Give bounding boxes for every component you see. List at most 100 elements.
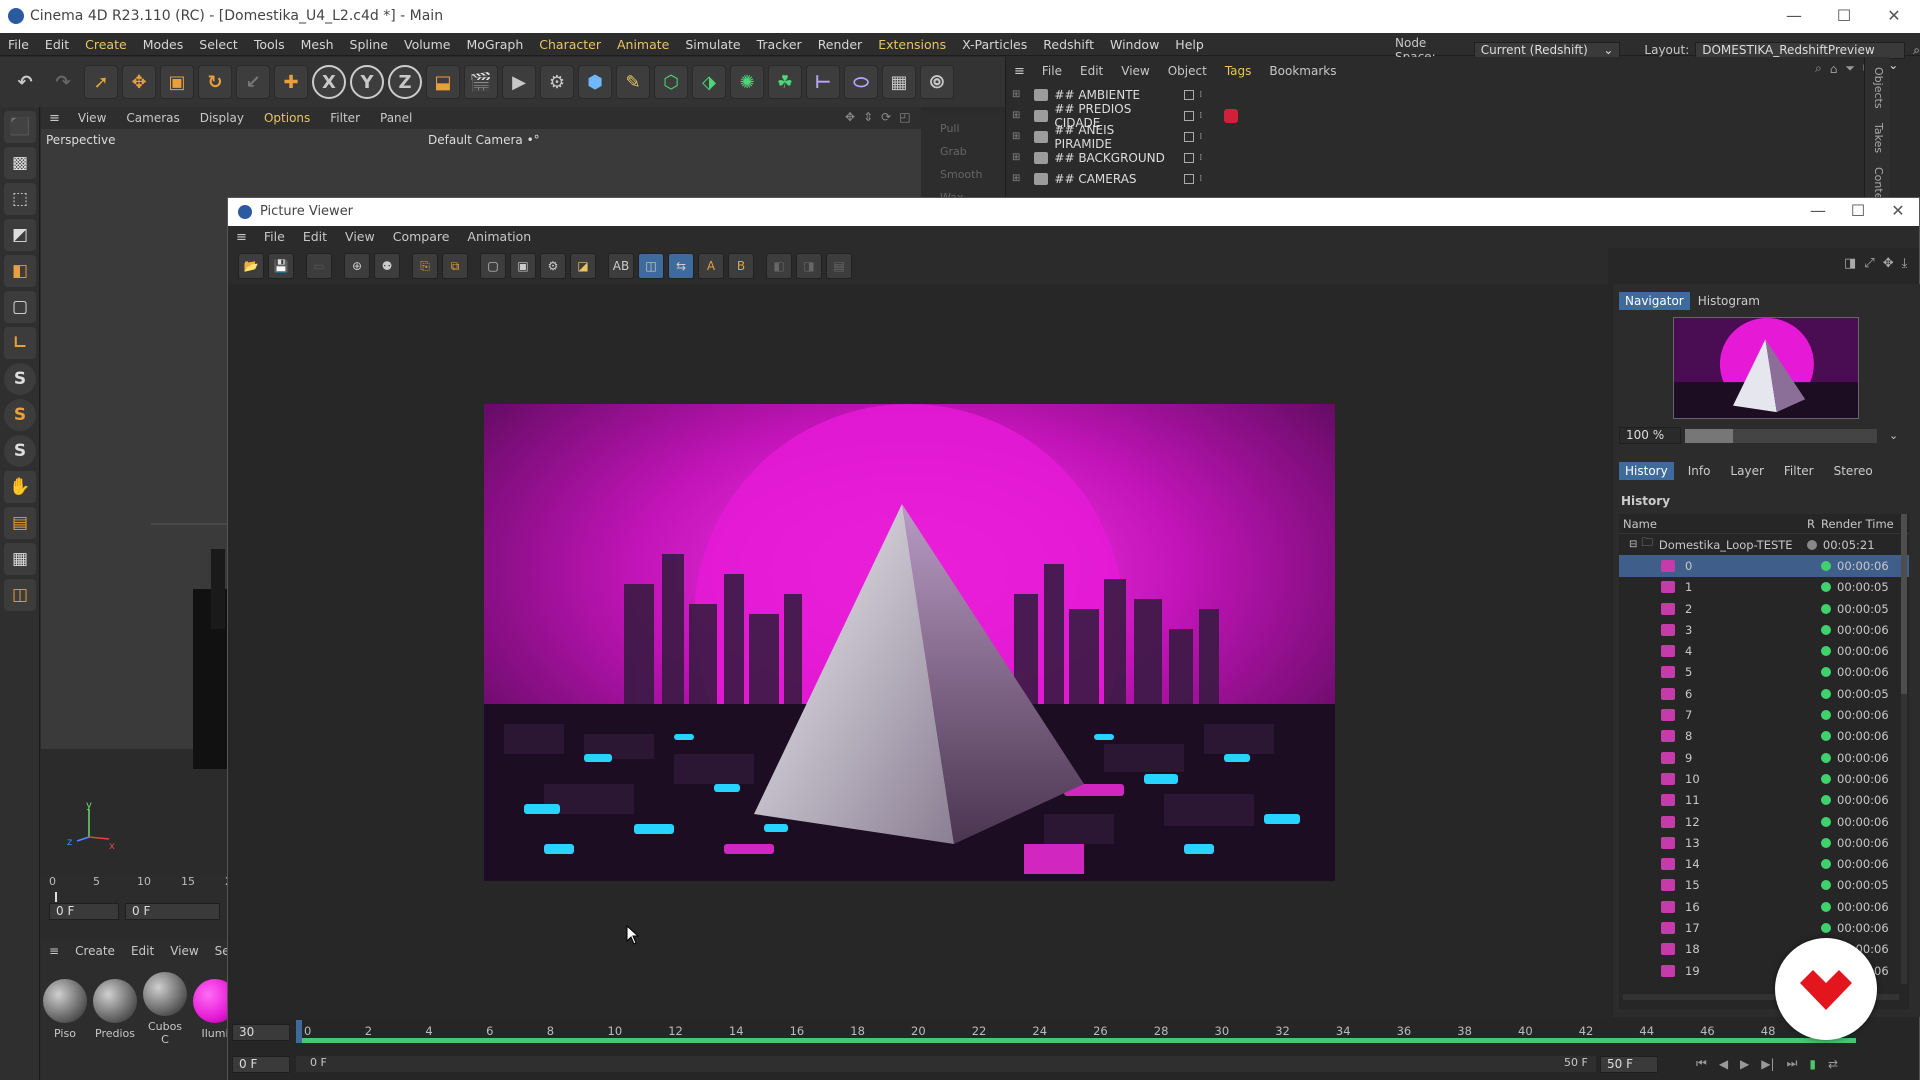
material-menu-view[interactable]: View [162,944,206,958]
start-frame-field[interactable]: 0 F [232,1056,290,1073]
history-frame-row[interactable]: 3 00:00:06 [1619,619,1909,640]
left-end-field[interactable]: 0 F [125,903,220,920]
workplane-lock-icon[interactable]: ✋ [4,471,36,503]
object-menu-bookmarks[interactable]: Bookmarks [1260,60,1345,82]
col-name-header[interactable]: Name [1619,517,1807,531]
col-r-header[interactable]: R [1807,517,1821,531]
node-space-dropdown[interactable]: Current (Redshift) ⌄ [1473,41,1621,59]
sculpt-tool-smooth[interactable]: Smooth [940,163,1005,186]
extrude-icon[interactable]: ⬗ [692,65,726,99]
model-mode-icon[interactable]: ⬛ [4,111,36,143]
viewport-menu-options[interactable]: Options [254,107,320,129]
tab-histogram[interactable]: Histogram [1692,292,1766,310]
expand-icon[interactable]: ⊞ [1012,89,1020,100]
layout-b-icon[interactable]: ◨ [796,253,822,279]
set-b-icon[interactable]: B [728,253,754,279]
hamburger-icon[interactable]: ≡ [1006,64,1033,79]
visibility-check-icon[interactable] [1184,173,1195,184]
axis-mode-icon[interactable]: ∟ [4,327,36,359]
axis-x-button[interactable]: X [312,65,346,99]
panel-toggle-icon[interactable]: ◨ [1844,256,1856,271]
expand-icon[interactable]: ⤢ [1864,256,1874,271]
col-time-header[interactable]: Render Time [1821,517,1894,531]
history-frame-row[interactable]: 15 00:00:05 [1619,875,1909,896]
menu-mograph[interactable]: MoGraph [458,33,531,56]
timeline-playhead[interactable] [296,1020,302,1043]
side-tab-takes[interactable]: Takes [1872,123,1885,153]
cube-icon[interactable]: ⬢ [578,65,612,99]
record-status-icon[interactable]: ▮ [1809,1057,1816,1071]
zoom-dropdown-icon[interactable]: ⌄ [1889,429,1898,442]
viewport-camera-label[interactable]: Default Camera •° [428,133,540,147]
visibility-check-icon[interactable] [1184,131,1195,142]
field-icon[interactable]: ⬭ [844,65,878,99]
selection-tool-icon[interactable]: ➚ [84,65,118,99]
viewport-menu-panel[interactable]: Panel [370,107,422,129]
visibility-check-icon[interactable] [1184,89,1195,100]
zoom-slider[interactable] [1685,428,1877,443]
material-menu-create[interactable]: Create [67,944,123,958]
loop-icon[interactable]: ⇄ [1828,1057,1838,1071]
grid-icon[interactable]: ▦ [4,543,36,575]
filter-icon[interactable]: ⏷ [1845,61,1855,76]
menu-edit[interactable]: Edit [37,33,77,56]
side-tab-conte[interactable]: Conte [1872,167,1885,199]
uv-mode-icon[interactable]: ▢ [4,291,36,323]
history-frame-row[interactable]: 14 00:00:06 [1619,853,1909,874]
expand-icon[interactable]: ⊞ [1012,110,1020,121]
region-alt-icon[interactable]: ▣ [510,253,536,279]
history-frame-row[interactable]: 5 00:00:06 [1619,662,1909,683]
fps-field[interactable]: 30 [232,1024,290,1041]
viewport-menu-view[interactable]: View [68,107,116,129]
menu-volume[interactable]: Volume [396,33,459,56]
dock-icon[interactable]: ⤓ [1902,256,1908,271]
maximize-view-icon[interactable]: ◰ [899,110,910,124]
render-copy-icon[interactable]: ⎘ [412,253,438,279]
frame-range-slider[interactable]: 0 F 50 F [296,1056,1596,1072]
viewport-menu-filter[interactable]: Filter [320,107,370,129]
menu-modes[interactable]: Modes [135,33,192,56]
pen-icon[interactable]: ✎ [616,65,650,99]
menu-file[interactable]: File [0,33,37,56]
pv-menu-file[interactable]: File [255,226,294,248]
menu-select[interactable]: Select [191,33,246,56]
render-settings-icon[interactable]: ⚙ [540,65,574,99]
history-frame-row[interactable]: 9 00:00:06 [1619,747,1909,768]
render-dots-icon[interactable]: ⁞ [1199,174,1202,184]
menu-tools[interactable]: Tools [246,33,293,56]
recent-tool-icon[interactable]: ↙ [236,65,270,99]
zoom-field[interactable]: 100 % [1619,427,1681,444]
axis-y-button[interactable]: Y [350,65,384,99]
render-dots-icon[interactable]: ⁞ [1199,90,1202,100]
side-tab-objects[interactable]: Objects [1872,67,1885,109]
material-menu-edit[interactable]: Edit [123,944,162,958]
home-icon[interactable]: ⌂ [1830,62,1838,76]
render-dots-icon[interactable]: ⁞ [1199,132,1202,142]
tab-navigator[interactable]: Navigator [1619,292,1690,310]
open-icon[interactable]: 📂 [238,253,264,279]
render-dots-icon[interactable]: ⁞ [1199,153,1202,163]
object-menu-edit[interactable]: Edit [1071,60,1112,82]
object-row[interactable]: ⊞ ## CAMERAS ⁞ [1006,168,1890,189]
quantize-icon[interactable]: S [4,435,36,467]
layout-a-icon[interactable]: ◧ [766,253,792,279]
material-tag-icon[interactable] [1224,108,1239,123]
expand-icon[interactable]: ⊞ [1012,173,1020,184]
go-to-start-icon[interactable]: ⏮ [1696,1056,1707,1071]
go-to-end-icon[interactable]: ⏭ [1787,1056,1798,1071]
viewport-menu-display[interactable]: Display [190,107,254,129]
rotate-tool-icon[interactable]: ↻ [198,65,232,99]
orbit-icon[interactable]: ⟳ [881,110,891,124]
object-menu-view[interactable]: View [1112,60,1158,82]
menu-character[interactable]: Character [531,33,609,56]
layout-c-icon[interactable]: ▤ [826,253,852,279]
redo-icon[interactable]: ↷ [46,65,80,99]
history-frame-row[interactable]: 13 00:00:06 [1619,832,1909,853]
region-icon[interactable]: ▢ [480,253,506,279]
visibility-check-icon[interactable] [1184,152,1195,163]
history-frame-row[interactable]: 6 00:00:05 [1619,683,1909,704]
coordinate-system-icon[interactable]: ⬓ [426,65,460,99]
menu-spline[interactable]: Spline [342,33,396,56]
team-render-icon[interactable]: ⚙ [540,253,566,279]
tab-info[interactable]: Info [1682,462,1717,480]
